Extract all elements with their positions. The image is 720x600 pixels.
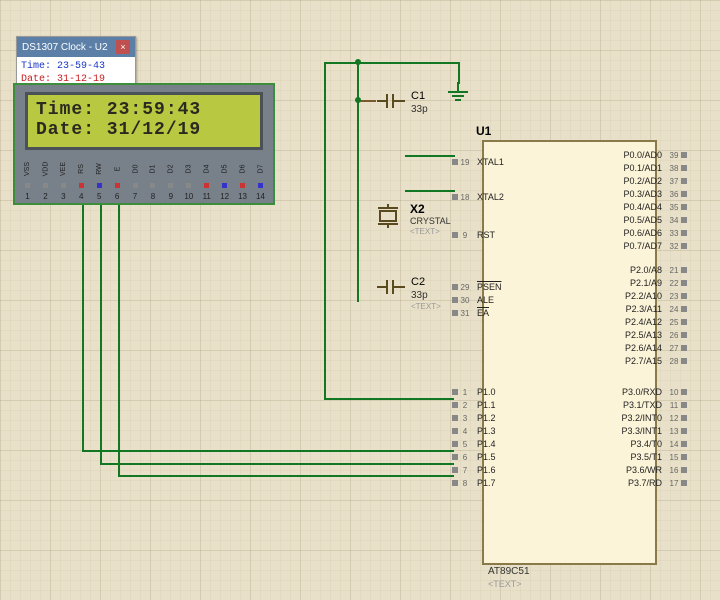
mcu-pin-p0-1-ad1: 38P0.1/AD1 (607, 163, 687, 173)
c1-value: 33p (411, 104, 428, 115)
mcu-pin-p1-0: 1P1.0 (452, 387, 524, 397)
c2-text: <TEXT> (411, 302, 441, 311)
mcu-pin-p3-3-int1: 13P3.3/INT1 (607, 426, 687, 436)
lcd-pin-d3: D310 (180, 161, 197, 201)
mcu-pin-p2-7-a15: 28P2.7/A15 (607, 356, 687, 366)
wire-node (355, 59, 361, 65)
mcu-pin-p3-6-wr: 16P3.6/WR (607, 465, 687, 475)
x2-label: X2 (410, 202, 425, 216)
close-icon[interactable]: × (116, 40, 130, 54)
mcu-pin-xtal1: 19XTAL1 (452, 157, 524, 167)
mcu-pin-p0-0-ad0: 39P0.0/AD0 (607, 150, 687, 160)
lcd-module[interactable]: Time: 23:59:43 Date: 31/12/19 VSS1VDD2VE… (13, 83, 275, 205)
mcu-pin-p2-3-a11: 24P2.3/A11 (607, 304, 687, 314)
mcu-ref: U1 (476, 124, 491, 138)
mcu-pin-p0-3-ad3: 36P0.3/AD3 (607, 189, 687, 199)
wire (118, 475, 454, 477)
x2-text: <TEXT> (410, 227, 440, 236)
c1-label: C1 (411, 90, 425, 102)
lcd-pin-vee: VEE3 (55, 161, 72, 201)
mcu-at89c51[interactable]: U1 AT89C51 <TEXT> 19XTAL118XTAL29RST29PS… (482, 140, 657, 565)
mcu-pin-p1-7: 8P1.7 (452, 478, 524, 488)
ground-icon (446, 82, 470, 106)
lcd-pin-d4: D411 (198, 161, 215, 201)
x2-value: CRYSTAL (410, 216, 451, 226)
debug-time-value: 23-59-43 (57, 61, 105, 72)
wire-node (355, 97, 361, 103)
c2-value: 33p (411, 290, 428, 301)
lcd-pin-d0: D07 (127, 161, 144, 201)
lcd-pin-vdd: VDD2 (37, 161, 54, 201)
lcd-pin-d6: D613 (234, 161, 251, 201)
mcu-pin-rst: 9RST (452, 230, 524, 240)
mcu-pin-p3-4-t0: 14P3.4/T0 (607, 439, 687, 449)
debug-titlebar[interactable]: DS1307 Clock - U2 × (17, 37, 135, 57)
lcd-pin-rs: RS4 (73, 161, 90, 201)
debug-time-label: Time: (21, 61, 51, 72)
mcu-pin-p2-6-a14: 27P2.6/A14 (607, 343, 687, 353)
lcd-pin-d7: D714 (252, 161, 269, 201)
mcu-pin-psen: 29PSEN (452, 282, 524, 292)
lcd-pin-d2: D29 (162, 161, 179, 201)
mcu-pin-p2-1-a9: 22P2.1/A9 (607, 278, 687, 288)
capacitor-c1[interactable]: C1 33p (377, 94, 405, 113)
wire (324, 62, 460, 64)
wire (324, 62, 326, 400)
mcu-pin-p1-2: 3P1.2 (452, 413, 524, 423)
lcd-line-1: Time: 23:59:43 (36, 100, 252, 120)
wire (324, 398, 454, 400)
lcd-pin-e: E6 (109, 161, 126, 201)
mcu-pin-p1-3: 4P1.3 (452, 426, 524, 436)
mcu-pin-p0-4-ad4: 35P0.4/AD4 (607, 202, 687, 212)
mcu-pin-p0-5-ad5: 34P0.5/AD5 (607, 215, 687, 225)
mcu-pin-p0-6-ad6: 33P0.6/AD6 (607, 228, 687, 238)
mcu-pin-p3-0-rxd: 10P3.0/RXD (607, 387, 687, 397)
mcu-pin-p2-4-a12: 25P2.4/A12 (607, 317, 687, 327)
mcu-pin-ale: 30ALE (452, 295, 524, 305)
debug-title: DS1307 Clock - U2 (22, 42, 108, 53)
mcu-pin-p0-7-ad7: 32P0.7/AD7 (607, 241, 687, 251)
mcu-pin-p2-5-a13: 26P2.5/A13 (607, 330, 687, 340)
crystal-x2[interactable]: X2 CRYSTAL <TEXT> (370, 204, 406, 233)
mcu-pin-p1-6: 7P1.6 (452, 465, 524, 475)
mcu-pin-p3-1-txd: 11P3.1/TXD (607, 400, 687, 410)
mcu-pin-p3-2-int0: 12P3.2/INT0 (607, 413, 687, 423)
lcd-pin-vss: VSS1 (19, 161, 36, 201)
mcu-pin-p3-5-t1: 15P3.5/T1 (607, 452, 687, 462)
lcd-pin-rw: RW5 (91, 161, 108, 201)
mcu-text: <TEXT> (488, 579, 522, 589)
debug-window[interactable]: DS1307 Clock - U2 × Time: 23-59-43 Date:… (16, 36, 136, 90)
mcu-pin-p2-2-a10: 23P2.2/A10 (607, 291, 687, 301)
mcu-pin-xtal2: 18XTAL2 (452, 192, 524, 202)
lcd-pin-d1: D18 (144, 161, 161, 201)
wire (82, 205, 84, 450)
lcd-pins: VSS1VDD2VEE3RS4RW5E6D07D18D29D310D411D51… (19, 161, 269, 201)
wire (405, 190, 455, 192)
mcu-pin-p2-0-a8: 21P2.0/A8 (607, 265, 687, 275)
mcu-pin-p1-1: 2P1.1 (452, 400, 524, 410)
lcd-pin-d5: D512 (216, 161, 233, 201)
wire (82, 450, 454, 452)
lcd-line-2: Date: 31/12/19 (36, 120, 252, 140)
mcu-pin-p0-2-ad2: 37P0.2/AD2 (607, 176, 687, 186)
mcu-pin-p1-4: 5P1.4 (452, 439, 524, 449)
c2-label: C2 (411, 276, 425, 288)
wire (458, 62, 460, 84)
wire (100, 463, 454, 465)
mcu-pin-p1-5: 6P1.5 (452, 452, 524, 462)
mcu-pin-p3-7-rd: 17P3.7/RD (607, 478, 687, 488)
wire (405, 155, 455, 157)
wire (118, 205, 120, 475)
lcd-screen: Time: 23:59:43 Date: 31/12/19 (25, 92, 263, 150)
wire (100, 205, 102, 463)
mcu-pin-ea: 31EA (452, 308, 524, 318)
capacitor-c2[interactable]: C2 33p <TEXT> (377, 280, 405, 299)
mcu-part: AT89C51 (488, 566, 530, 577)
